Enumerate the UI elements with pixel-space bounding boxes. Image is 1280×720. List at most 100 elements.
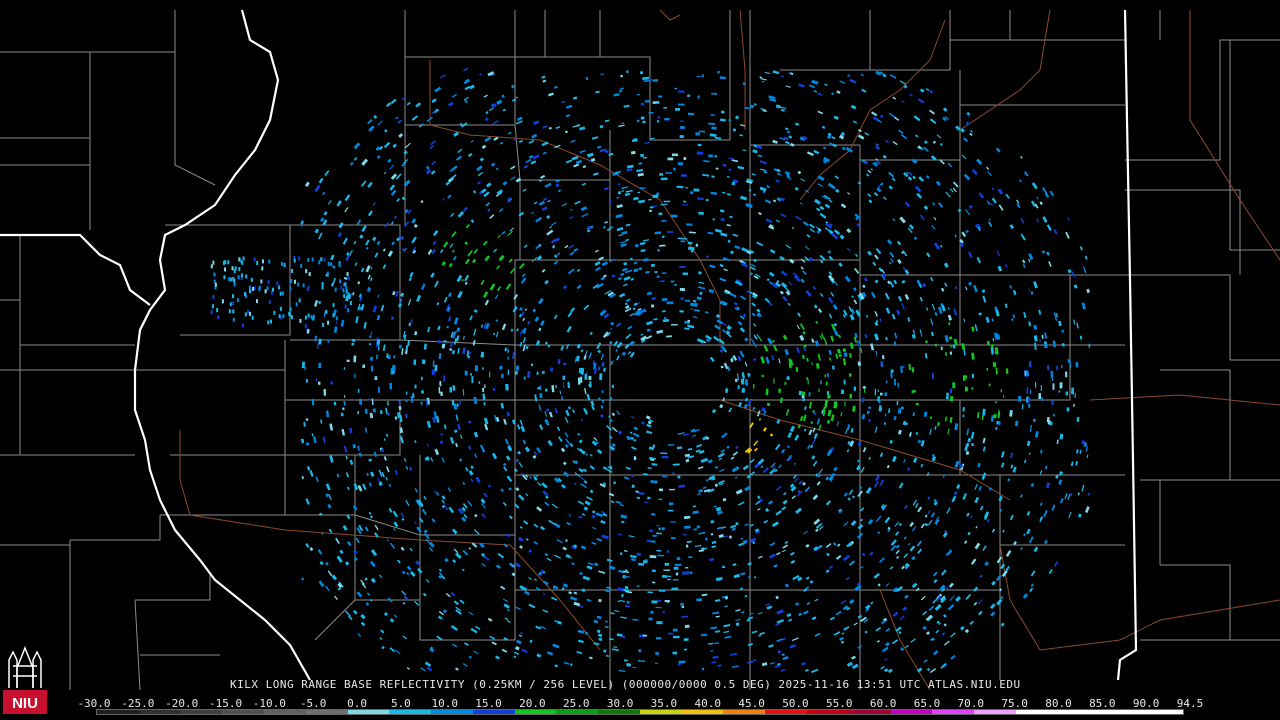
echo xyxy=(571,562,575,566)
echo xyxy=(782,295,788,302)
echo xyxy=(343,400,346,406)
echo xyxy=(446,325,449,329)
echo xyxy=(672,579,679,581)
echo xyxy=(276,281,279,286)
echo xyxy=(368,343,372,346)
echo xyxy=(505,283,512,290)
echo xyxy=(970,558,977,565)
echo xyxy=(281,262,283,266)
echo xyxy=(1043,510,1048,518)
echo xyxy=(217,315,220,320)
echo xyxy=(759,160,767,165)
echo xyxy=(683,157,687,160)
echo xyxy=(740,572,746,576)
echo xyxy=(772,339,775,343)
echo xyxy=(645,270,650,274)
echo xyxy=(769,433,774,437)
echo xyxy=(686,544,689,548)
echo xyxy=(369,335,372,339)
echo xyxy=(400,512,405,518)
echo xyxy=(429,145,435,150)
echo xyxy=(709,356,715,362)
echo xyxy=(970,431,975,439)
echo xyxy=(640,333,644,336)
echo xyxy=(800,266,804,270)
echo xyxy=(843,352,848,357)
echo xyxy=(462,568,465,572)
echo xyxy=(214,282,217,287)
echo xyxy=(453,429,458,433)
echo xyxy=(659,244,666,247)
echo xyxy=(343,367,345,370)
echo xyxy=(750,263,756,268)
echo xyxy=(630,277,634,281)
echo xyxy=(960,625,965,631)
echo xyxy=(689,571,693,574)
echo xyxy=(638,660,645,662)
echo xyxy=(441,457,445,464)
echo xyxy=(379,410,383,415)
echo xyxy=(990,415,994,422)
echo xyxy=(836,348,841,354)
echo xyxy=(885,583,890,587)
echo xyxy=(889,566,894,570)
echo xyxy=(888,171,895,178)
echo xyxy=(314,184,321,192)
echo xyxy=(775,104,781,109)
echo xyxy=(953,338,958,346)
echo xyxy=(847,74,850,77)
echo xyxy=(760,78,767,81)
echo xyxy=(1026,510,1031,516)
echo xyxy=(1073,403,1075,407)
echo xyxy=(714,483,718,488)
echo xyxy=(513,468,518,473)
echo xyxy=(578,439,583,444)
echo xyxy=(929,416,932,419)
echo xyxy=(911,158,918,164)
echo xyxy=(473,396,478,404)
echo xyxy=(1068,511,1072,519)
echo xyxy=(347,615,353,621)
echo xyxy=(401,161,407,167)
echo xyxy=(618,669,626,672)
echo xyxy=(248,285,251,290)
echo xyxy=(885,642,890,647)
echo xyxy=(228,277,230,282)
echo xyxy=(633,268,639,273)
echo xyxy=(765,356,770,364)
echo xyxy=(881,646,889,653)
echo xyxy=(541,269,546,273)
echo xyxy=(337,582,343,588)
echo xyxy=(577,377,581,385)
echo xyxy=(884,516,891,524)
echo xyxy=(944,640,950,646)
echo xyxy=(889,74,897,79)
echo xyxy=(493,332,496,336)
echo xyxy=(657,116,661,119)
echo xyxy=(401,570,406,575)
echo xyxy=(390,221,394,225)
echo xyxy=(708,289,714,294)
echo xyxy=(870,601,874,605)
echo xyxy=(457,347,460,354)
echo xyxy=(542,490,549,497)
echo xyxy=(954,423,959,431)
echo xyxy=(318,232,323,240)
echo xyxy=(895,626,902,632)
echo xyxy=(760,465,764,469)
echo xyxy=(600,414,604,418)
echo xyxy=(646,320,653,326)
echo xyxy=(833,542,837,546)
echo xyxy=(953,181,959,188)
echo xyxy=(352,549,358,555)
echo xyxy=(370,549,378,557)
echo xyxy=(800,278,805,284)
echo xyxy=(563,661,570,665)
echo xyxy=(875,627,882,632)
echo xyxy=(739,350,745,358)
echo xyxy=(484,299,489,306)
echo xyxy=(790,72,794,75)
echo xyxy=(874,333,879,341)
echo xyxy=(1085,506,1090,513)
echo xyxy=(1005,368,1009,374)
